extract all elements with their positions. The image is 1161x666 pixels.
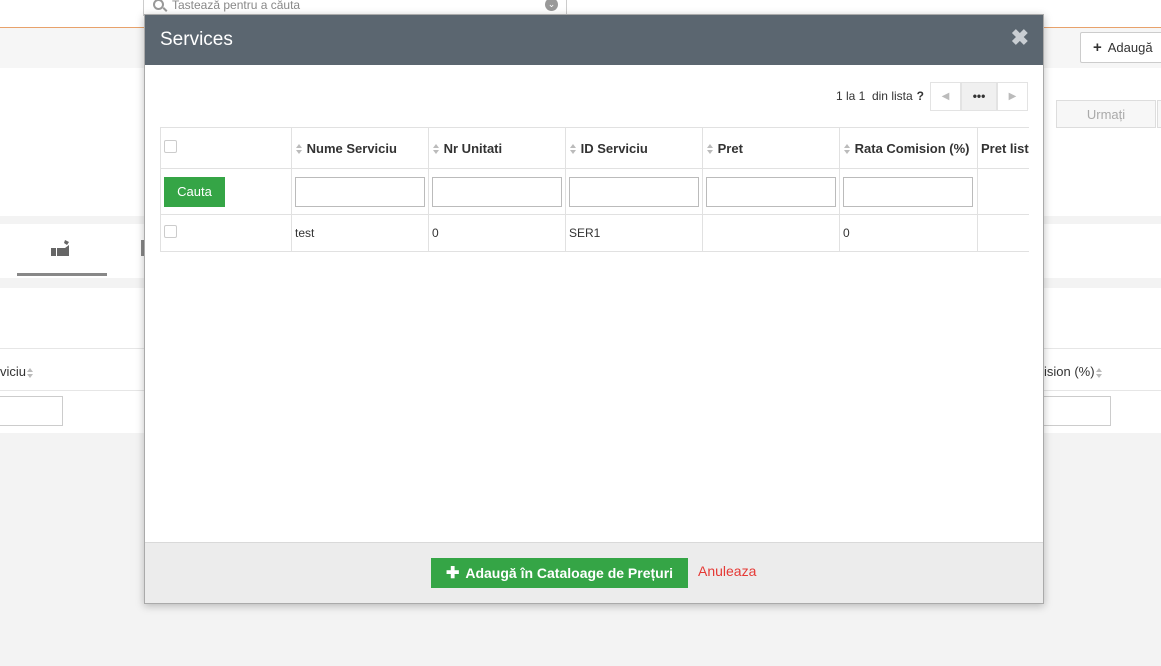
sort-icon <box>570 144 577 155</box>
cell-pret-lista <box>977 214 1029 252</box>
cell-nume-serviciu: test <box>291 214 429 252</box>
search-button[interactable]: Cauta <box>164 176 225 207</box>
filter-cell <box>428 168 566 215</box>
search-icon <box>153 0 164 10</box>
sort-icon <box>707 144 714 155</box>
cell-pret <box>702 214 840 252</box>
chevron-left-icon: ◀ <box>941 90 950 102</box>
filter-pret-input[interactable] <box>706 176 836 207</box>
filter-id-serviciu-input[interactable] <box>569 176 699 207</box>
more-pages-button[interactable]: ••• <box>961 81 997 111</box>
table-header-row: Nume Serviciu Nr Unitati ID Serviciu Pre… <box>160 127 1029 169</box>
sort-icon <box>433 144 440 155</box>
active-tab-indicator <box>17 273 107 276</box>
add-to-price-books-button[interactable]: ✚ Adaugă în Cataloage de Prețuri <box>431 558 688 588</box>
modal-footer: ✚ Adaugă în Cataloage de Prețuri Anuleaz… <box>145 542 1043 603</box>
select-all-cell <box>160 127 292 169</box>
pagination: 1 la 1 din lista? ◀ ••• ▶ <box>836 81 1028 111</box>
chevron-right-icon: ▶ <box>1008 90 1017 102</box>
pager-range: 1 la 1 din lista? <box>835 89 924 103</box>
modal-title: Services <box>160 29 233 50</box>
filter-cell <box>839 168 978 215</box>
modal-header: Services ✖ <box>145 15 1043 65</box>
filter-cell <box>977 168 1029 215</box>
cell-rata-comision: 0 <box>839 214 978 252</box>
filter-nume-serviciu-input[interactable] <box>295 176 425 207</box>
column-header-id-serviciu[interactable]: ID Serviciu <box>565 127 703 169</box>
select-all-checkbox[interactable] <box>164 140 177 153</box>
bg-filter-input-right[interactable] <box>1041 396 1111 426</box>
filter-rata-comision-input[interactable] <box>843 176 973 207</box>
close-icon[interactable]: ✖ <box>1011 27 1029 49</box>
next-button[interactable]: Urmați <box>1056 100 1156 128</box>
services-table: Nume Serviciu Nr Unitati ID Serviciu Pre… <box>160 127 1029 252</box>
cancel-link[interactable]: Anuleaza <box>698 563 756 579</box>
column-header-rata-comision[interactable]: Rata Comision (%) <box>839 127 978 169</box>
filter-cell <box>291 168 429 215</box>
filter-nr-unitati-input[interactable] <box>432 176 562 207</box>
plus-icon: ✚ <box>445 565 460 582</box>
filter-cell <box>565 168 703 215</box>
prev-page-button[interactable]: ◀ <box>930 81 961 111</box>
bg-column-header-right[interactable]: ision (%) <box>1044 364 1103 379</box>
chevron-down-icon[interactable]: ⌄ <box>545 0 558 11</box>
tab-services-icon[interactable] <box>48 238 74 260</box>
column-header-pret[interactable]: Pret <box>702 127 840 169</box>
bg-filter-input-left[interactable] <box>0 396 63 426</box>
column-header-nume-serviciu[interactable]: Nume Serviciu <box>291 127 429 169</box>
next-page-button[interactable]: ▶ <box>997 81 1028 111</box>
add-record-label: Adaugă <box>1107 40 1153 55</box>
services-table-wrapper: Nume Serviciu Nr Unitati ID Serviciu Pre… <box>160 127 1029 252</box>
sort-icon <box>1095 367 1103 378</box>
cell-id-serviciu: SER1 <box>565 214 703 252</box>
filter-cell <box>702 168 840 215</box>
sort-icon <box>296 144 303 155</box>
help-icon[interactable]: ? <box>917 89 924 103</box>
services-modal: Services ✖ 1 la 1 din lista? ◀ ••• ▶ Num… <box>144 14 1044 604</box>
row-select-cell <box>160 214 292 252</box>
filter-row: Cauta <box>160 168 1029 215</box>
cell-nr-unitati: 0 <box>428 214 566 252</box>
sort-icon <box>27 367 34 378</box>
sort-icon <box>844 144 851 155</box>
add-to-price-books-label: Adaugă în Cataloage de Prețuri <box>465 565 674 581</box>
row-checkbox[interactable] <box>164 225 177 238</box>
bg-column-header-left[interactable]: viciu <box>0 364 34 379</box>
table-row[interactable]: test 0 SER1 0 <box>160 214 1029 252</box>
global-search-placeholder: Tastează pentru a căuta <box>172 0 301 12</box>
column-header-nr-unitati[interactable]: Nr Unitati <box>428 127 566 169</box>
filter-cell: Cauta <box>160 168 292 215</box>
plus-icon: + <box>1093 39 1102 56</box>
add-record-button[interactable]: + Adaugă <box>1080 32 1161 63</box>
next-button-secondary[interactable] <box>1157 100 1161 128</box>
column-header-pret-lista[interactable]: Pret lista <box>977 127 1029 169</box>
